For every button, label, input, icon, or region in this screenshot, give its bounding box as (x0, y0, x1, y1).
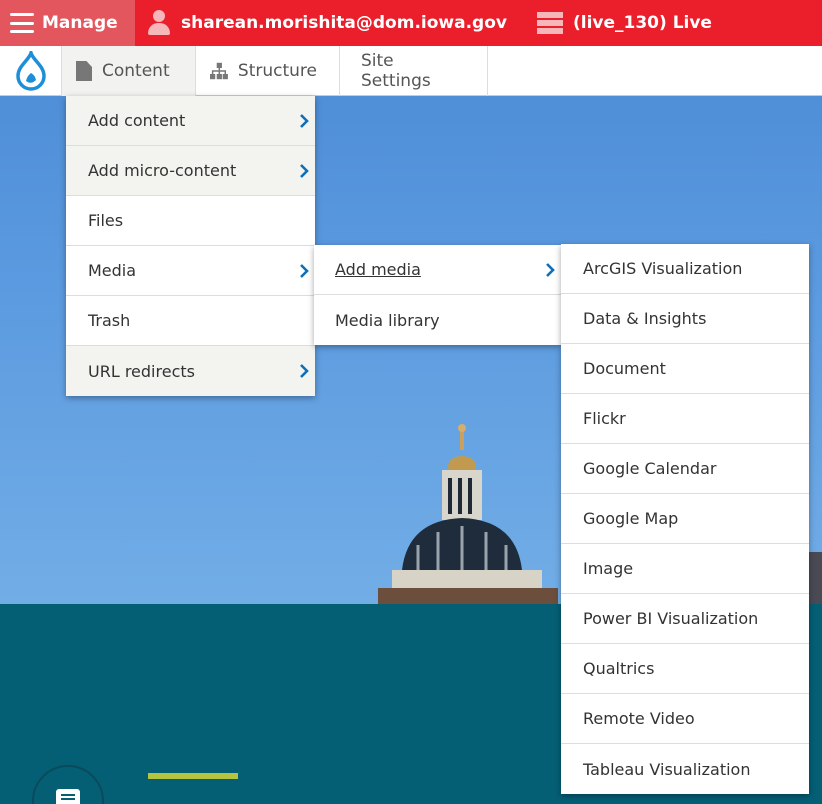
menu-item-label: Document (583, 359, 666, 378)
chevron-right-icon (300, 114, 309, 128)
menu-item-label: Files (88, 211, 124, 230)
menu-item-label: Media library (335, 310, 440, 330)
content-label: Content (102, 61, 170, 81)
server-icon (536, 12, 563, 34)
menu-item-label: Flickr (583, 409, 626, 428)
menu-item-image[interactable]: Image (561, 544, 809, 594)
toolbar-content-tab[interactable]: Content (62, 46, 196, 96)
drupal-home-link[interactable] (0, 46, 62, 96)
media-submenu: Add media Media library (314, 245, 561, 345)
menu-item-trash[interactable]: Trash (66, 296, 315, 346)
menu-item-label: Add media (335, 260, 421, 279)
menu-item-label: Remote Video (583, 709, 695, 728)
menu-item-label: Trash (88, 311, 131, 330)
chevron-right-icon (300, 264, 309, 278)
accent-line (148, 773, 238, 779)
document-icon (76, 61, 92, 81)
menu-item-label: Tableau Visualization (583, 759, 751, 779)
menu-item-label: Media (88, 261, 137, 280)
menu-item-flickr[interactable]: Flickr (561, 394, 809, 444)
building-edge-image (808, 552, 822, 604)
menu-item-add-micro-content[interactable]: Add micro-content (66, 146, 315, 196)
menu-item-label: Qualtrics (583, 659, 655, 678)
menu-item-google-map[interactable]: Google Map (561, 494, 809, 544)
manage-label: Manage (42, 13, 118, 33)
menu-item-label: Add content (88, 111, 186, 130)
menu-item-label: Add micro-content (88, 161, 237, 180)
menu-item-remote-video[interactable]: Remote Video (561, 694, 809, 744)
structure-label: Structure (237, 61, 317, 81)
structure-icon (210, 62, 228, 80)
toolbar-structure-tab[interactable]: Structure (196, 46, 340, 96)
menu-item-label: URL redirects (88, 361, 195, 381)
user-tab[interactable]: sharean.morishita@dom.iowa.gov (147, 10, 507, 36)
user-email: sharean.morishita@dom.iowa.gov (181, 13, 507, 33)
toolbar-site-settings-tab[interactable]: Site Settings (340, 46, 488, 96)
menu-item-label: ArcGIS Visualization (583, 259, 743, 278)
menu-item-media[interactable]: Media (66, 246, 315, 296)
manage-tab[interactable]: Manage (0, 0, 135, 46)
menu-item-url-redirects[interactable]: URL redirects (66, 346, 315, 396)
menu-item-label: Google Map (583, 509, 679, 528)
environment-label: (live_130) Live (572, 13, 712, 33)
menu-item-data-insights[interactable]: Data & Insights (561, 294, 809, 344)
menu-item-label: Power BI Visualization (583, 609, 759, 628)
menu-item-label: Image (583, 559, 634, 578)
menu-item-arcgis-visualization[interactable]: ArcGIS Visualization (561, 244, 809, 294)
menu-item-qualtrics[interactable]: Qualtrics (561, 644, 809, 694)
capitol-dome-image (378, 424, 558, 604)
content-menu: Add content Add micro-content Files Medi… (66, 96, 315, 396)
chevron-right-icon (300, 164, 309, 178)
user-icon (147, 10, 171, 36)
environment-tab[interactable]: (live_130) Live (536, 12, 712, 34)
menu-item-add-media[interactable]: Add media (314, 245, 561, 295)
drupal-drop-icon (15, 51, 46, 91)
menu-item-google-calendar[interactable]: Google Calendar (561, 444, 809, 494)
menu-item-tableau-visualization[interactable]: Tableau Visualization (561, 744, 809, 794)
admin-toolbar: Manage sharean.morishita@dom.iowa.gov (l… (0, 0, 822, 46)
chat-icon (56, 789, 80, 804)
menu-item-label: Google Calendar (583, 459, 717, 478)
toolbar-tray: Content Structure Site Settings (0, 46, 822, 96)
chevron-right-icon (546, 263, 555, 277)
menu-item-media-library[interactable]: Media library (314, 295, 561, 345)
chevron-right-icon (300, 364, 309, 378)
hamburger-icon (10, 13, 34, 33)
menu-item-files[interactable]: Files (66, 196, 315, 246)
menu-item-add-content[interactable]: Add content (66, 96, 315, 146)
site-settings-label: Site Settings (361, 51, 431, 91)
menu-item-label: Data & Insights (583, 309, 707, 328)
add-media-submenu: ArcGIS Visualization Data & Insights Doc… (561, 244, 809, 794)
menu-item-power-bi-visualization[interactable]: Power BI Visualization (561, 594, 809, 644)
menu-item-document[interactable]: Document (561, 344, 809, 394)
